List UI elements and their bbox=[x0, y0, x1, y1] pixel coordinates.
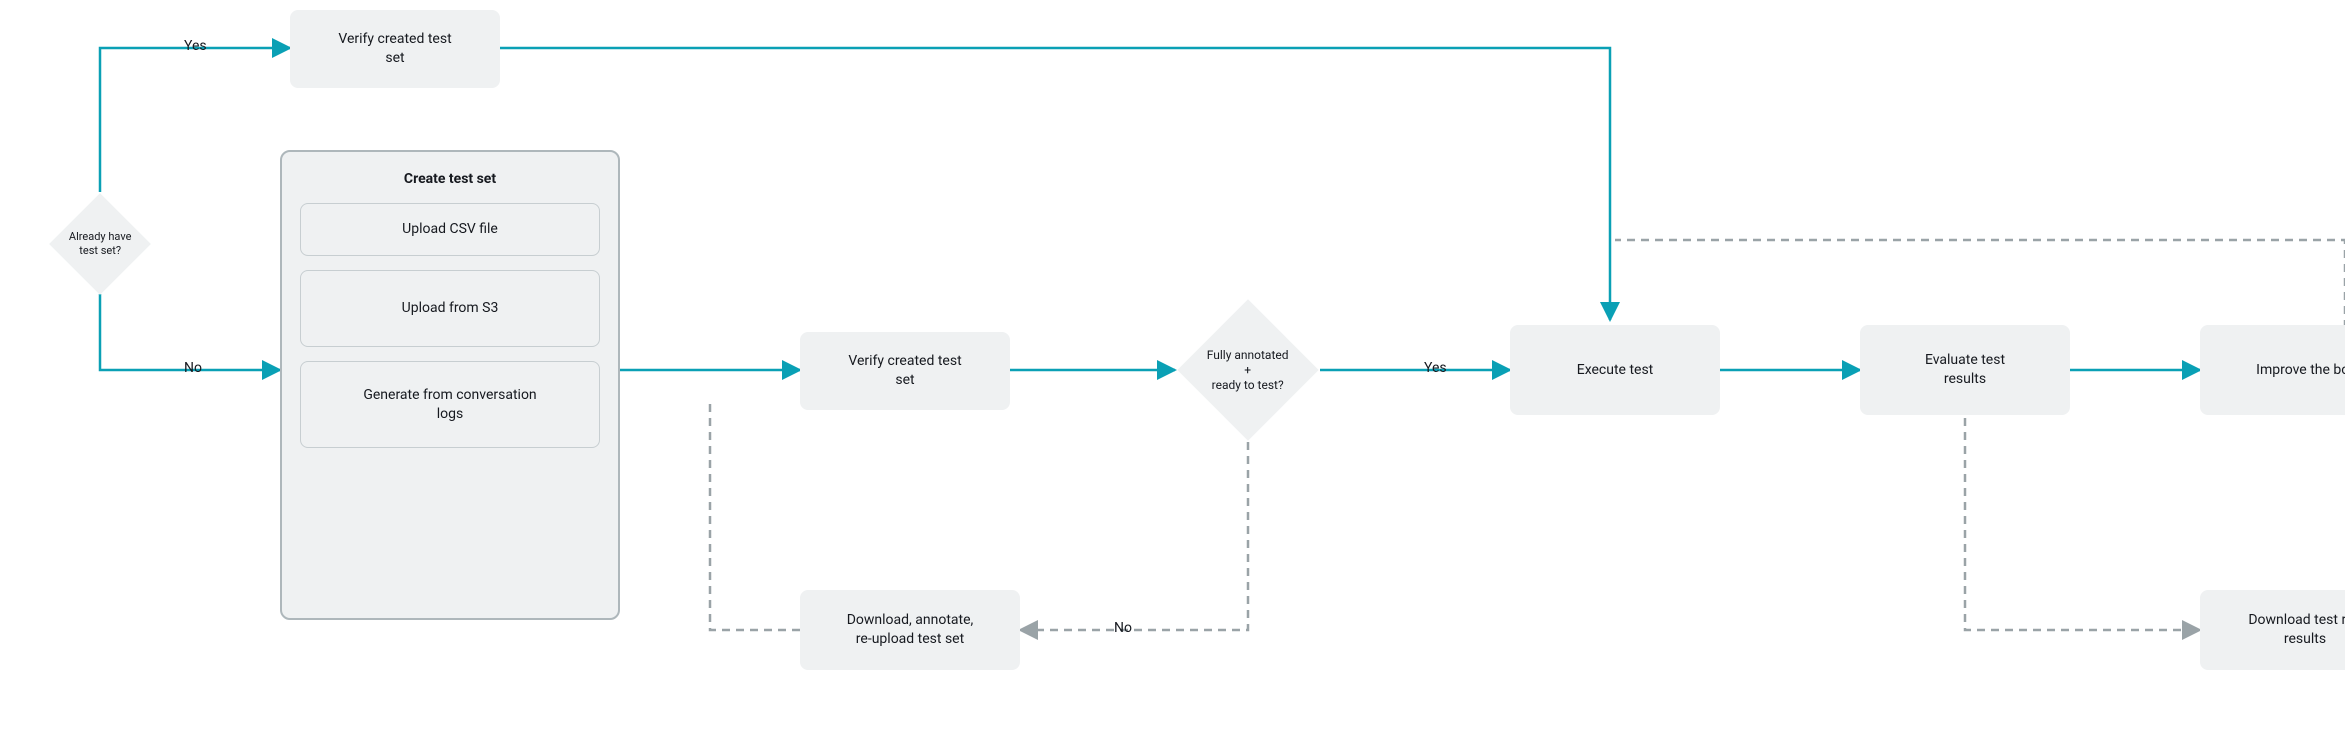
node-verify-mid: Verify created testset bbox=[800, 332, 1010, 410]
option-label: Upload CSV file bbox=[402, 221, 498, 237]
node-label: Verify created testset bbox=[848, 352, 961, 390]
option-label: Upload from S3 bbox=[402, 300, 499, 316]
edge-label-no-left: No bbox=[180, 360, 206, 376]
node-annotate-loop: Download, annotate,re-upload test set bbox=[800, 590, 1020, 670]
group-title: Create test set bbox=[300, 170, 600, 189]
node-verify-top: Verify created testset bbox=[290, 10, 500, 88]
node-improve-bot: Improve the bot bbox=[2200, 325, 2345, 415]
option-upload-csv: Upload CSV file bbox=[300, 203, 600, 256]
edge-label-yes-top: Yes bbox=[180, 38, 211, 54]
decision-already-have-test-set: Already havetest set? bbox=[49, 193, 151, 295]
node-label: Improve the bot bbox=[2256, 361, 2345, 380]
group-create-test-set: Create test set Upload CSV file Upload f… bbox=[280, 150, 620, 620]
node-label: Download, annotate,re-upload test set bbox=[847, 611, 974, 649]
edge-label-yes-right: Yes bbox=[1420, 360, 1451, 376]
decision-fully-annotated: Fully annotated+ready to test? bbox=[1177, 299, 1318, 440]
decision-label: Already havetest set? bbox=[64, 226, 136, 262]
option-upload-s3: Upload from S3 bbox=[300, 270, 600, 347]
node-label: Verify created testset bbox=[338, 30, 451, 68]
node-evaluate-results: Evaluate testresults bbox=[1860, 325, 2070, 415]
option-generate-logs: Generate from conversationlogs bbox=[300, 361, 600, 449]
node-label: Execute test bbox=[1577, 361, 1654, 380]
node-execute-test: Execute test bbox=[1510, 325, 1720, 415]
node-label: Evaluate testresults bbox=[1925, 351, 2005, 389]
node-download-results: Download test runresults bbox=[2200, 590, 2345, 670]
edge-label-no-down: No bbox=[1110, 620, 1136, 636]
flow-diagram: Already havetest set? Yes No Verify crea… bbox=[0, 0, 2345, 734]
node-label: Download test runresults bbox=[2248, 611, 2345, 649]
decision-label: Fully annotated+ready to test? bbox=[1198, 344, 1298, 397]
option-label: Generate from conversationlogs bbox=[363, 387, 536, 422]
